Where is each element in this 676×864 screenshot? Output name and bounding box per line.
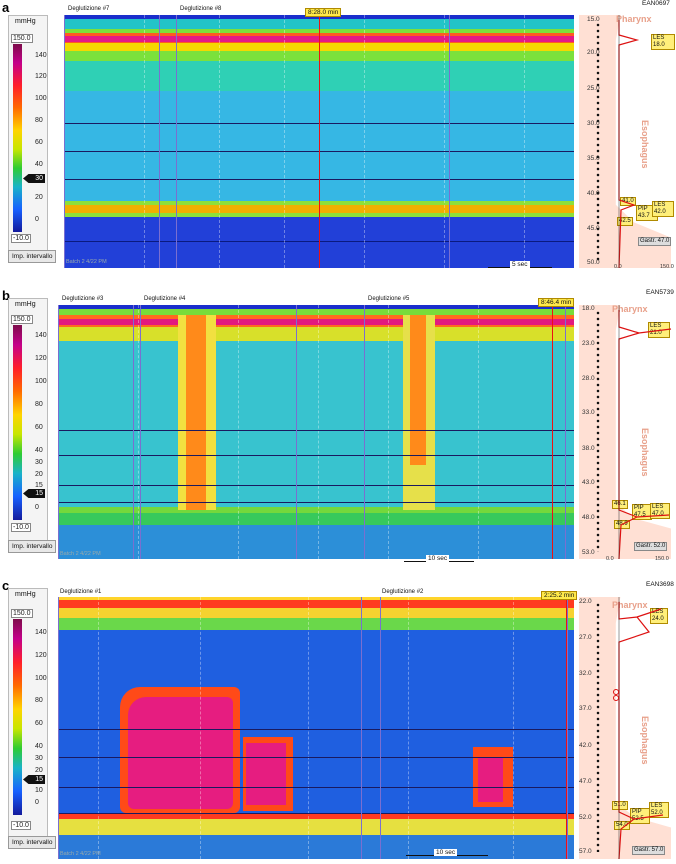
- tick-40: 40: [35, 161, 43, 168]
- scale-min: -10.0: [11, 523, 31, 532]
- unit-label: mmHg: [15, 301, 36, 308]
- swallow-box-4[interactable]: [140, 305, 297, 559]
- tick-120: 120: [35, 355, 47, 362]
- tick-60: 60: [35, 424, 43, 431]
- swallow-label-2: Deglutizione #2: [380, 589, 426, 595]
- footer-note: Batch 2 4/22 PM: [66, 259, 107, 265]
- panel-b: b mmHg 150.0 140 120 100 80 60 40 30 20 …: [0, 288, 676, 568]
- exam-id: EAN0697: [642, 0, 670, 7]
- swallow-box-2[interactable]: [380, 597, 568, 859]
- interval-button[interactable]: Imp. intervallo: [8, 540, 57, 553]
- interval-button[interactable]: Imp. intervallo: [8, 250, 57, 263]
- scale-bar-label: 10 sec: [434, 849, 458, 856]
- threshold-pointer[interactable]: 15: [23, 775, 45, 784]
- tick-80: 80: [35, 117, 43, 124]
- tick-120: 120: [35, 652, 47, 659]
- scale-min: -10.0: [11, 234, 31, 243]
- tick-0: 0: [35, 504, 39, 511]
- pressure-profile: [613, 597, 664, 859]
- scale-max: 150.0: [11, 34, 33, 43]
- swallow-label-5: Deglutizione #5: [366, 296, 412, 302]
- exam-id: EAN5739: [646, 289, 674, 296]
- time-readout: 2:25.2 min: [541, 591, 578, 600]
- swallow-box-3[interactable]: [58, 305, 134, 559]
- panel-c: c mmHg 150.0 140 120 100 80 60 40 30 20 …: [0, 578, 676, 864]
- color-scale: mmHg 150.0 140 120 100 80 60 40 30 20 15…: [8, 588, 48, 848]
- color-scale: mmHg 150.0 140 120 100 80 60 40 20 0 30 …: [8, 15, 48, 262]
- tick-20: 20: [35, 194, 43, 201]
- tick-30: 30: [35, 755, 43, 762]
- footer-note: Batch 2 4/22 PM: [60, 551, 101, 557]
- tick-80: 80: [35, 697, 43, 704]
- tick-100: 100: [35, 378, 47, 385]
- exam-id: EAN3698: [646, 581, 674, 588]
- swallow-label-7: Deglutizione #7: [66, 6, 112, 12]
- tick-100: 100: [35, 675, 47, 682]
- pressure-profile: [618, 15, 640, 268]
- tick-140: 140: [35, 52, 47, 59]
- tick-20: 20: [35, 471, 43, 478]
- scale-max: 150.0: [11, 315, 33, 324]
- pressure-topography: Batch 2 4/22 PM: [58, 597, 574, 859]
- unit-label: mmHg: [15, 591, 36, 598]
- pressure-profile: [618, 305, 672, 559]
- colorbar: [13, 619, 22, 815]
- tick-120: 120: [35, 73, 47, 80]
- panel-a: a mmHg 150.0 140 120 100 80 60 40 20 0 3…: [0, 0, 676, 283]
- time-readout: 8:28.0 min: [305, 8, 342, 17]
- interval-button[interactable]: Imp. intervallo: [8, 836, 57, 849]
- pressure-topography: Batch 2 4/22 PM: [64, 15, 574, 268]
- tick-60: 60: [35, 720, 43, 727]
- swallow-label-4: Deglutizione #4: [142, 296, 188, 302]
- tick-40: 40: [35, 447, 43, 454]
- swallow-box-7[interactable]: [64, 15, 160, 268]
- scale-bar-label: 5 sec: [510, 261, 530, 268]
- swallow-box-5[interactable]: [364, 305, 566, 559]
- tick-40: 40: [35, 743, 43, 750]
- tick-0: 0: [35, 216, 39, 223]
- threshold-pointer[interactable]: 30: [23, 174, 45, 183]
- scale-min: -10.0: [11, 821, 31, 830]
- threshold-pointer[interactable]: 15: [23, 489, 45, 498]
- tick-100: 100: [35, 95, 47, 102]
- tick-80: 80: [35, 401, 43, 408]
- unit-label: mmHg: [15, 18, 36, 25]
- tick-15: 15: [35, 482, 43, 489]
- tick-60: 60: [35, 139, 43, 146]
- swallow-box-1[interactable]: [58, 597, 362, 859]
- color-scale: mmHg 150.0 140 120 100 80 60 40 30 20 15…: [8, 298, 48, 548]
- tick-140: 140: [35, 629, 47, 636]
- tick-20: 20: [35, 767, 43, 774]
- scale-bar-label: 10 sec: [426, 555, 450, 562]
- tick-30: 30: [35, 459, 43, 466]
- swallow-box-8[interactable]: [176, 15, 450, 268]
- tick-0: 0: [35, 799, 39, 806]
- time-readout: 8:46.4 min: [538, 298, 575, 307]
- colorbar: [13, 44, 22, 232]
- tick-10: 10: [35, 787, 43, 794]
- tick-140: 140: [35, 332, 47, 339]
- swallow-label-8: Deglutizione #8: [178, 6, 224, 12]
- footer-note: Batch 2 4/22 PM: [60, 851, 101, 857]
- panel-label: a: [2, 0, 10, 15]
- swallow-label-1: Deglutizione #1: [58, 589, 104, 595]
- scale-max: 150.0: [11, 609, 33, 618]
- colorbar: [13, 325, 22, 520]
- swallow-label-3: Deglutizione #3: [60, 296, 106, 302]
- pressure-topography: Batch 2 4/22 PM: [58, 305, 574, 559]
